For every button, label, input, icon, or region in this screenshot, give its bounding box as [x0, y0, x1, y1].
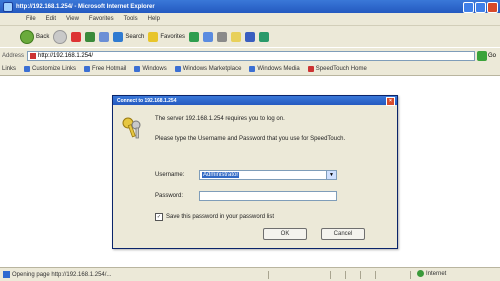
favorites-label: Favorites: [160, 33, 186, 40]
link-icon: [307, 66, 314, 72]
media-icon[interactable]: [189, 31, 200, 42]
password-field[interactable]: [199, 191, 337, 201]
link-free-hotmail[interactable]: Free Hotmail: [84, 66, 126, 72]
menu-bar: File Edit View Favorites Tools Help: [0, 13, 500, 25]
menu-tools[interactable]: Tools: [124, 16, 138, 22]
menu-view[interactable]: View: [66, 16, 79, 22]
go-button[interactable]: Go: [477, 50, 497, 61]
link-windows[interactable]: Windows: [134, 66, 167, 72]
status-divider: [330, 271, 331, 279]
link-icon: [84, 66, 91, 72]
go-label: Go: [488, 52, 497, 59]
maximize-button[interactable]: [475, 2, 486, 13]
status-divider: [268, 271, 269, 279]
username-row: Username: Administrator ▼: [155, 170, 337, 180]
chevron-down-icon[interactable]: ▼: [326, 171, 336, 179]
address-bar: Address http://192.168.1.254/ Go: [0, 48, 500, 63]
address-label: Address: [2, 52, 25, 59]
link-icon: [24, 66, 31, 72]
menu-favorites[interactable]: Favorites: [89, 16, 114, 22]
star-icon: [148, 31, 159, 42]
username-label: Username:: [155, 172, 185, 178]
dialog-title: Connect to 192.168.1.254: [117, 97, 177, 104]
dialog-message: The server 192.168.1.254 requires you to…: [155, 116, 285, 122]
page-loading-icon: [3, 271, 10, 278]
search-label: Search: [125, 33, 145, 40]
dialog-description: Please type the Username and Password th…: [155, 136, 346, 142]
menu-help[interactable]: Help: [148, 16, 160, 22]
ie-icon: [3, 1, 13, 12]
status-divider: [360, 271, 361, 279]
link-text: Free Hotmail: [92, 66, 127, 72]
dialog-close-button[interactable]: ×: [386, 97, 395, 106]
link-text: SpeedTouch Home: [315, 66, 367, 72]
links-bar: Links Customize Links Free Hotmail Windo…: [0, 63, 500, 76]
edit-icon[interactable]: [231, 31, 242, 42]
status-divider: [375, 271, 376, 279]
password-label: Password:: [155, 193, 184, 199]
remember-password-label: Save this password in your password list: [166, 214, 275, 220]
dialog-titlebar: Connect to 192.168.1.254 ×: [113, 96, 397, 106]
link-text: Windows Media: [257, 66, 300, 72]
research-icon[interactable]: [259, 31, 270, 42]
link-text: Customize Links: [32, 66, 77, 72]
menu-edit[interactable]: Edit: [46, 16, 56, 22]
forward-arrow-icon: [53, 29, 68, 44]
link-icon: [134, 66, 141, 72]
status-bar: Opening page http://192.168.1.254/... In…: [0, 267, 500, 281]
checkbox-box: ✓: [155, 213, 163, 221]
link-text: Windows: [142, 66, 167, 72]
messenger-icon[interactable]: [245, 31, 256, 42]
back-button[interactable]: Back: [20, 29, 50, 44]
zone-label: Internet: [426, 270, 447, 277]
window-controls: [463, 2, 498, 13]
back-arrow-icon: [20, 29, 34, 44]
search-icon: [113, 31, 124, 42]
security-zone: Internet: [417, 270, 446, 277]
window-titlebar: http://192.168.1.254/ - Microsoft Intern…: [0, 0, 500, 13]
minimize-button[interactable]: [463, 2, 474, 13]
print-icon[interactable]: [217, 31, 228, 42]
link-customize[interactable]: Customize Links: [24, 66, 76, 72]
address-url: http://192.168.1.254/: [38, 52, 94, 59]
home-icon[interactable]: [99, 31, 110, 42]
link-windows-media[interactable]: Windows Media: [249, 66, 300, 72]
username-field[interactable]: Administrator ▼: [199, 170, 337, 180]
link-speedtouch[interactable]: SpeedTouch Home: [307, 66, 367, 72]
ok-button[interactable]: OK: [263, 228, 307, 240]
status-divider: [410, 271, 411, 279]
link-text: Windows Marketplace: [182, 66, 242, 72]
forward-button[interactable]: [53, 29, 68, 44]
standard-toolbar: Back Search Favorites: [0, 25, 500, 47]
remember-password-checkbox[interactable]: ✓ Save this password in your password li…: [155, 213, 274, 221]
links-label: Links: [2, 66, 17, 72]
address-input[interactable]: http://192.168.1.254/: [27, 50, 476, 61]
internet-zone-icon: [417, 270, 424, 277]
search-button[interactable]: Search: [113, 31, 145, 42]
cancel-button[interactable]: Cancel: [321, 228, 365, 240]
window-title: http://192.168.1.254/ - Microsoft Intern…: [16, 3, 155, 10]
page-icon: [30, 52, 37, 59]
status-divider: [345, 271, 346, 279]
close-window-button[interactable]: [487, 2, 498, 13]
link-icon: [174, 66, 181, 72]
back-label: Back: [36, 33, 50, 40]
favorites-button[interactable]: Favorites: [148, 31, 186, 42]
stop-icon[interactable]: [71, 31, 82, 42]
refresh-icon[interactable]: [85, 31, 96, 42]
go-arrow-icon: [477, 50, 488, 61]
username-value: Administrator: [202, 172, 240, 178]
menu-file[interactable]: File: [26, 16, 36, 22]
link-icon: [249, 66, 256, 72]
status-text: Opening page http://192.168.1.254/...: [12, 271, 112, 278]
mail-icon[interactable]: [203, 31, 214, 42]
password-row: Password:: [155, 191, 337, 201]
link-windows-marketplace[interactable]: Windows Marketplace: [174, 66, 242, 72]
login-dialog: Connect to 192.168.1.254 × The server 19…: [112, 95, 398, 249]
keys-icon: [122, 117, 141, 139]
